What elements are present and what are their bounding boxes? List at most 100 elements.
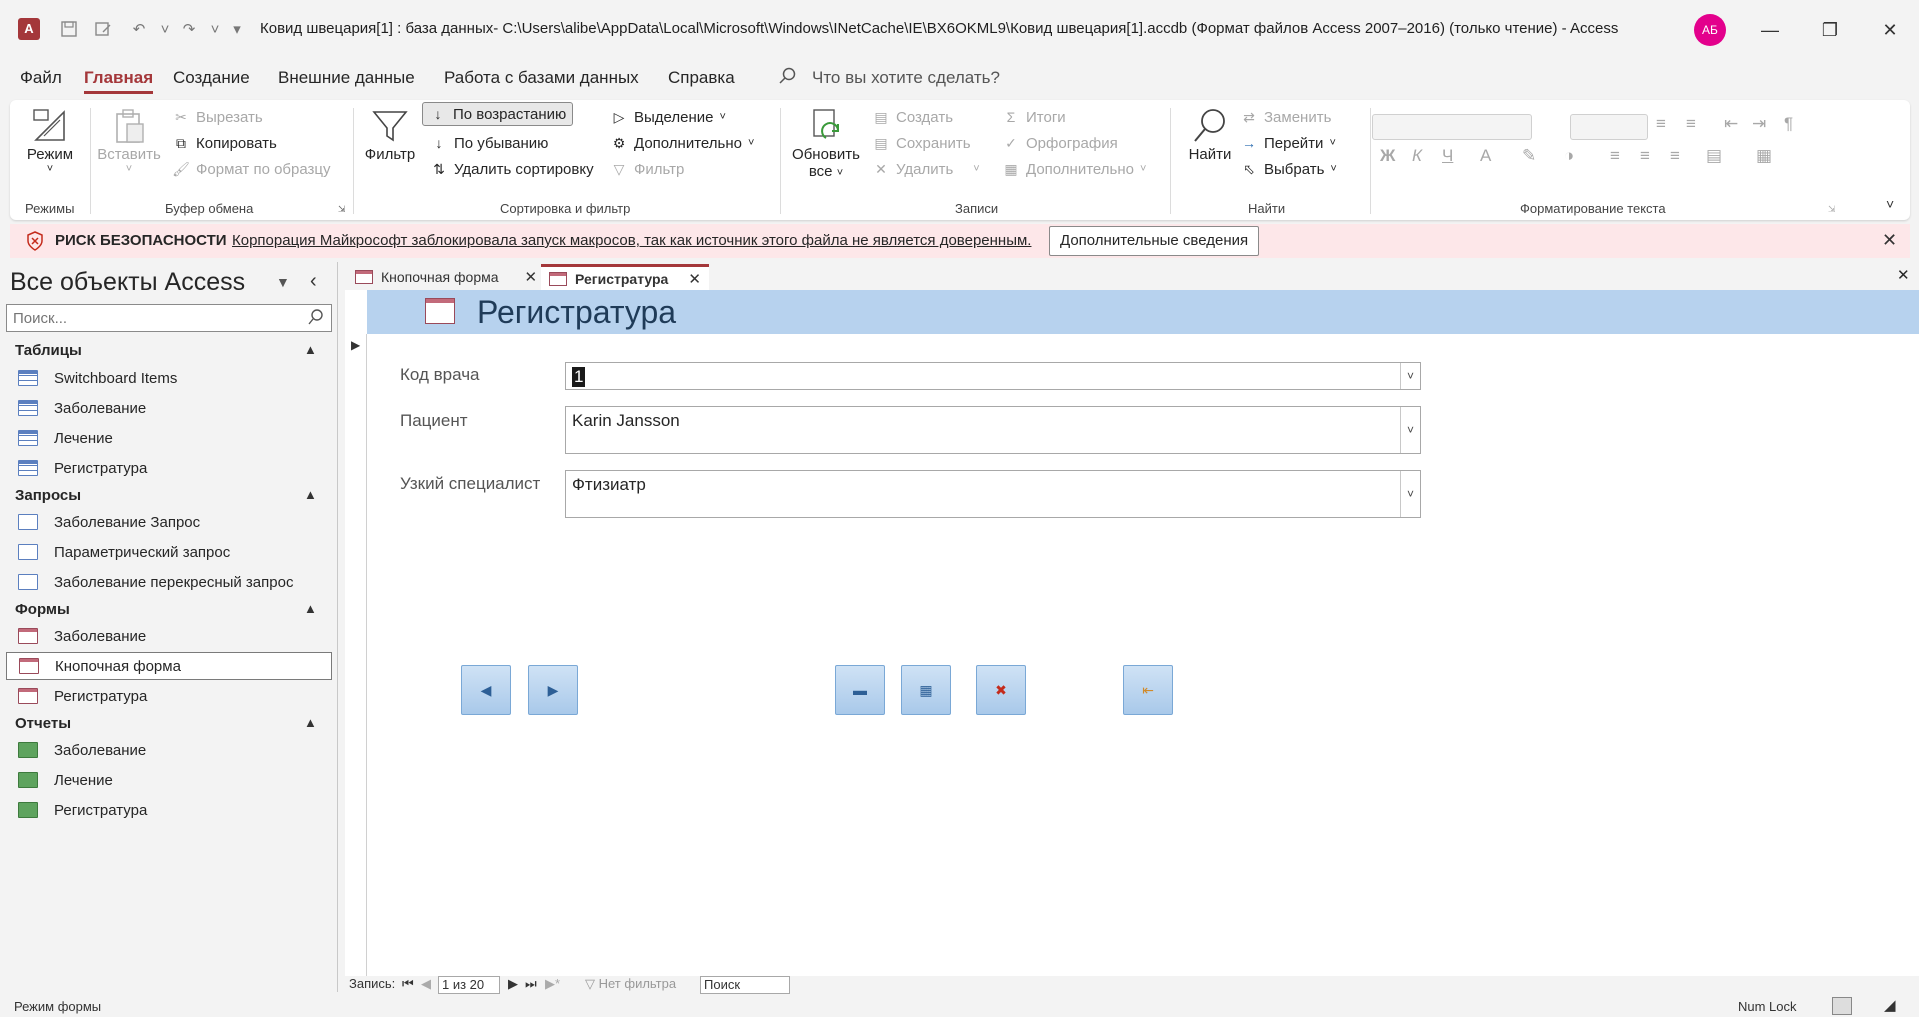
chevron-up-icon[interactable]: ▲ (304, 715, 317, 730)
close-form-button[interactable]: ⇤ (1123, 665, 1173, 715)
last-record-icon[interactable]: ⏭ (525, 976, 537, 992)
dialog-launcher-icon[interactable]: ⇲ (338, 204, 346, 215)
save-icon[interactable] (54, 14, 84, 44)
advanced-filter-button[interactable]: ⚙ Дополнительно ˅ (610, 134, 755, 152)
close-window-icon[interactable]: ✕ (1870, 14, 1910, 46)
customize-qat-icon[interactable]: ▾ (222, 14, 252, 44)
format-painter-button[interactable]: 🖌 Формат по образцу (172, 160, 330, 178)
nav-item-registratura-report[interactable]: Регистратура (6, 796, 332, 824)
paste-button[interactable]: Вставить ˅ (96, 106, 162, 175)
copy-button[interactable]: ⧉ Копировать (172, 134, 277, 152)
font-size-combo[interactable] (1570, 114, 1648, 140)
nav-section-forms[interactable]: Формы (15, 601, 70, 618)
first-record-icon[interactable]: ⏮ (402, 976, 414, 992)
chevron-up-icon[interactable]: ▲ (304, 487, 317, 502)
chevron-up-icon[interactable]: ▲ (304, 601, 317, 616)
align-right-icon[interactable]: ≡ (1670, 146, 1680, 166)
bold-button[interactable]: Ж (1380, 146, 1395, 166)
patient-combo[interactable]: Karin Jansson ˅ (565, 406, 1421, 454)
nav-section-queries[interactable]: Запросы (15, 487, 81, 504)
form-view-icon[interactable] (88, 14, 118, 44)
doc-tab-switchboard[interactable]: Кнопочная форма ✕ (347, 264, 545, 290)
collapse-pane-icon[interactable]: ‹ (310, 270, 317, 293)
nav-item-zabolevanie-query[interactable]: Заболевание Запрос (6, 508, 332, 536)
dialog-launcher-icon[interactable]: ⇲ (1828, 204, 1836, 215)
specialist-value[interactable]: Фтизиатр (572, 475, 646, 495)
restore-icon[interactable]: ❐ (1810, 14, 1850, 46)
tell-me-search[interactable]: Что вы хотите сделать? (812, 68, 1000, 88)
chevron-up-icon[interactable]: ▲ (304, 342, 317, 357)
filter-button[interactable]: Фильтр (360, 106, 420, 163)
new-blank-record-icon[interactable]: ▶* (545, 976, 560, 992)
close-tab-icon[interactable]: ✕ (688, 270, 701, 288)
previous-record-button[interactable]: ◀ (461, 665, 511, 715)
nav-item-registratura-table[interactable]: Регистратура (6, 454, 332, 482)
chevron-down-icon[interactable]: ˅ (1400, 471, 1420, 517)
nav-menu-chevron-icon[interactable]: ▼ (276, 274, 290, 290)
align-left-icon[interactable]: ≡ (1610, 146, 1620, 166)
nav-item-lechenie-table[interactable]: Лечение (6, 424, 332, 452)
nav-item-registratura-form[interactable]: Регистратура (6, 682, 332, 710)
record-selector[interactable]: ▶ (345, 334, 367, 976)
nav-item-lechenie-report[interactable]: Лечение (6, 766, 332, 794)
toggle-filter-button[interactable]: ▽ Фильтр (610, 160, 685, 178)
nav-item-switchboard-items-table[interactable]: Switchboard Items (6, 364, 332, 392)
nav-item-crosstab-query[interactable]: Заболевание перекресный запрос (6, 568, 332, 596)
record-position-input[interactable]: 1 из 20 (438, 976, 500, 994)
next-record-icon[interactable]: ▶ (508, 976, 518, 992)
record-search-input[interactable]: Поиск (700, 976, 790, 994)
close-icon[interactable]: ✕ (1882, 230, 1897, 251)
search-icon[interactable] (307, 308, 325, 330)
italic-button[interactable]: К (1412, 146, 1422, 166)
tab-home[interactable]: Главная (84, 68, 154, 94)
chevron-down-icon[interactable]: ˅ (1400, 407, 1420, 453)
increase-indent-icon[interactable]: ⇥ (1752, 114, 1766, 134)
previous-record-icon[interactable]: ◀ (421, 976, 431, 992)
close-document-icon[interactable]: ✕ (1897, 266, 1910, 284)
more-records-button[interactable]: ▦ Дополнительно ˅ (1002, 160, 1146, 178)
nav-section-tables[interactable]: Таблицы (15, 342, 82, 359)
font-color-icon[interactable]: A (1480, 146, 1491, 166)
doctor-code-value[interactable]: 1 (572, 367, 586, 387)
collapse-ribbon-icon[interactable]: ˅ (1886, 196, 1894, 212)
font-name-combo[interactable] (1372, 114, 1532, 140)
replace-button[interactable]: ⇄ Заменить (1240, 108, 1331, 126)
nav-item-zabolevanie-form[interactable]: Заболевание (6, 622, 332, 650)
tab-external-data[interactable]: Внешние данные (278, 68, 415, 88)
tab-database-tools[interactable]: Работа с базами данных (444, 68, 639, 88)
tab-help[interactable]: Справка (668, 68, 735, 88)
nav-pane-title[interactable]: Все объекты Access (10, 268, 245, 297)
user-avatar[interactable]: АБ (1694, 14, 1726, 46)
next-record-button[interactable]: ▶ (528, 665, 578, 715)
spelling-button[interactable]: ✓ Орфография (1002, 134, 1118, 152)
nav-search-input[interactable] (7, 305, 287, 331)
close-tab-icon[interactable]: ✕ (525, 268, 538, 286)
select-button[interactable]: ⬁ Выбрать ˅ (1240, 160, 1337, 178)
save-record-command-button[interactable]: ▦ (901, 665, 951, 715)
goto-button[interactable]: → Перейти ˅ (1240, 134, 1336, 152)
security-message-link[interactable]: Корпорация Майкрософт заблокировала запу… (232, 232, 1031, 249)
numbering-icon[interactable]: ≡ (1686, 114, 1696, 134)
sort-ascending-button[interactable]: ↓ По возрастанию (422, 102, 574, 126)
paragraph-icon[interactable]: ¶ (1784, 114, 1793, 134)
fill-color-icon[interactable]: ◑ (1564, 146, 1574, 166)
doc-tab-registratura[interactable]: Регистратура ✕ (541, 264, 709, 290)
new-record-button[interactable]: ▤ Создать (872, 108, 953, 126)
tab-create[interactable]: Создание (173, 68, 250, 88)
underline-button[interactable]: Ч (1442, 146, 1453, 166)
save-record-button[interactable]: ▤ Сохранить (872, 134, 970, 152)
find-button[interactable]: Найти (1178, 106, 1242, 163)
nav-item-parametric-query[interactable]: Параметрический запрос (6, 538, 332, 566)
sort-descending-button[interactable]: ↓ По убыванию (430, 134, 549, 152)
no-filter-indicator[interactable]: ▽ Нет фильтра (585, 976, 676, 992)
bullets-icon[interactable]: ≡ (1656, 114, 1666, 134)
gridlines-icon[interactable]: ▦ (1756, 146, 1772, 166)
refresh-all-button[interactable]: Обновить все ˅ (788, 106, 864, 180)
nav-item-zabolevanie-report[interactable]: Заболевание (6, 736, 332, 764)
nav-section-reports[interactable]: Отчеты (15, 715, 71, 732)
highlight-icon[interactable]: ✎ (1522, 146, 1536, 166)
remove-sort-button[interactable]: ⇅ Удалить сортировку (430, 160, 593, 178)
selection-button[interactable]: ▷ Выделение ˅ (610, 108, 726, 126)
doctor-code-combo[interactable]: 1 ˅ (565, 362, 1421, 390)
patient-value[interactable]: Karin Jansson (572, 411, 680, 431)
